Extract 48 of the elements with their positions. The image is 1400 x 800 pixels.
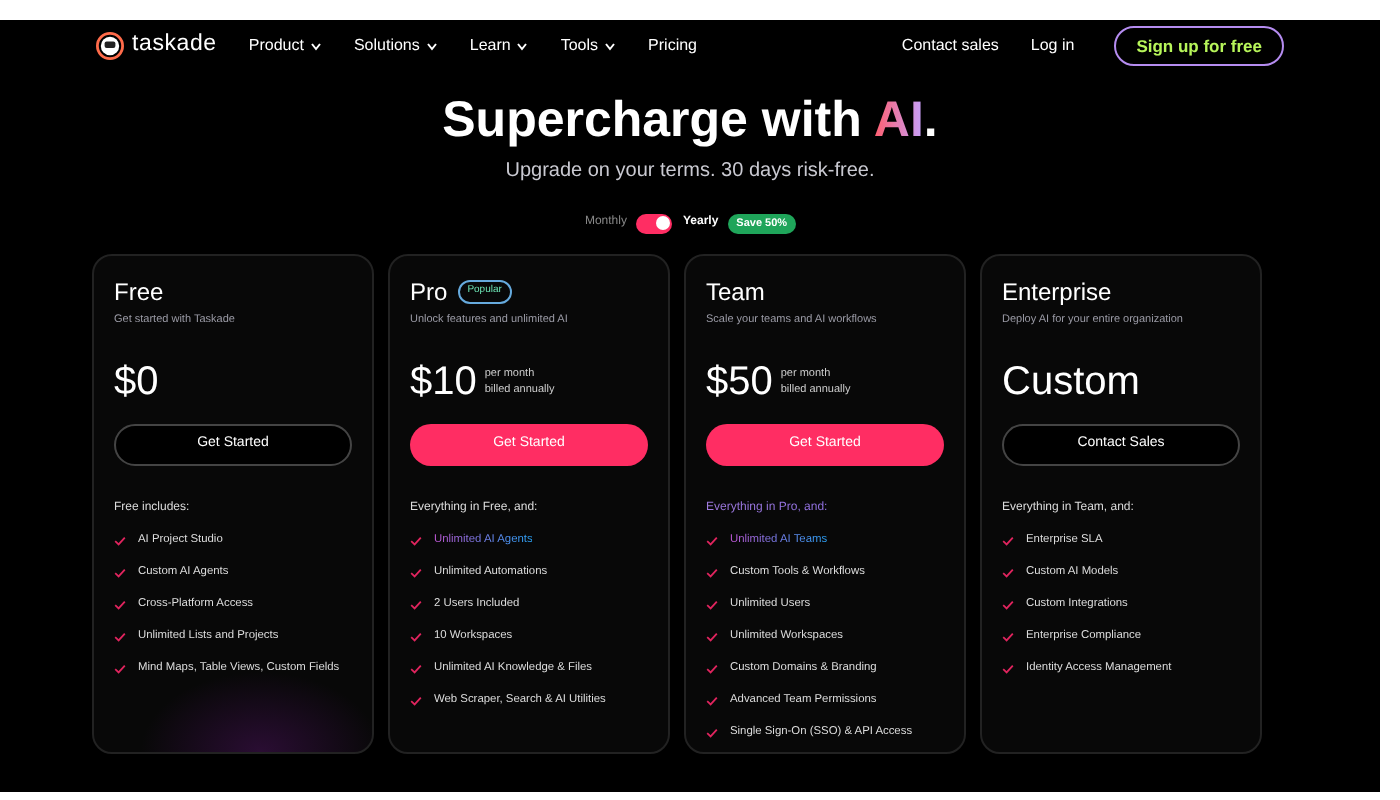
plan-price: $0 <box>114 362 159 402</box>
nav-link[interactable]: Contact sales <box>901 34 999 58</box>
check-icon <box>114 631 126 642</box>
check-icon <box>706 727 718 738</box>
plan-price: $50 <box>706 362 773 402</box>
check-icon <box>410 663 422 674</box>
check-icon <box>1002 663 1014 674</box>
caret-icon <box>516 39 529 52</box>
plan-price: Custom <box>1002 362 1140 402</box>
plan-name: Pro <box>410 279 448 304</box>
check-icon <box>706 695 718 706</box>
check-icon <box>706 568 718 579</box>
nav-menu-item[interactable]: Learn <box>469 34 529 58</box>
caret-icon <box>425 39 438 52</box>
check-icon <box>706 663 718 674</box>
nav-link[interactable]: Log in <box>1030 34 1075 58</box>
logo-icon <box>96 32 124 60</box>
caret-icon <box>309 39 322 52</box>
check-icon <box>114 568 126 579</box>
check-icon <box>1002 600 1014 611</box>
plan-name: Free <box>114 279 164 304</box>
check-icon <box>114 663 126 674</box>
check-icon <box>1002 536 1014 547</box>
nav-menu-item[interactable]: Tools <box>560 34 617 58</box>
caret-icon <box>604 39 617 52</box>
plan-name: Enterprise <box>1002 279 1112 304</box>
check-icon <box>410 568 422 579</box>
check-icon <box>1002 568 1014 579</box>
check-icon <box>706 536 718 547</box>
plan-name: Team <box>706 279 765 304</box>
nav-menu-item[interactable]: Solutions <box>353 34 438 58</box>
signup-button[interactable]: Sign up for free <box>1114 25 1284 67</box>
check-icon <box>410 695 422 706</box>
billing-toggle[interactable] <box>636 213 673 234</box>
plan-price: $10 <box>410 362 477 402</box>
check-icon <box>114 600 126 611</box>
nav-menu-item[interactable]: Product <box>248 34 322 58</box>
check-icon <box>114 536 126 547</box>
hero-subtitle: Upgrade on your terms. 30 days risk-free. <box>503 157 877 185</box>
check-icon <box>1002 631 1014 642</box>
nav-menu-item[interactable]: Pricing <box>648 34 697 58</box>
brand-name[interactable]: taskade <box>132 28 217 64</box>
check-icon <box>706 600 718 611</box>
check-icon <box>410 600 422 611</box>
check-icon <box>410 536 422 547</box>
check-icon <box>706 631 718 642</box>
check-icon <box>410 631 422 642</box>
hero-title: Supercharge with AI. <box>440 94 940 149</box>
